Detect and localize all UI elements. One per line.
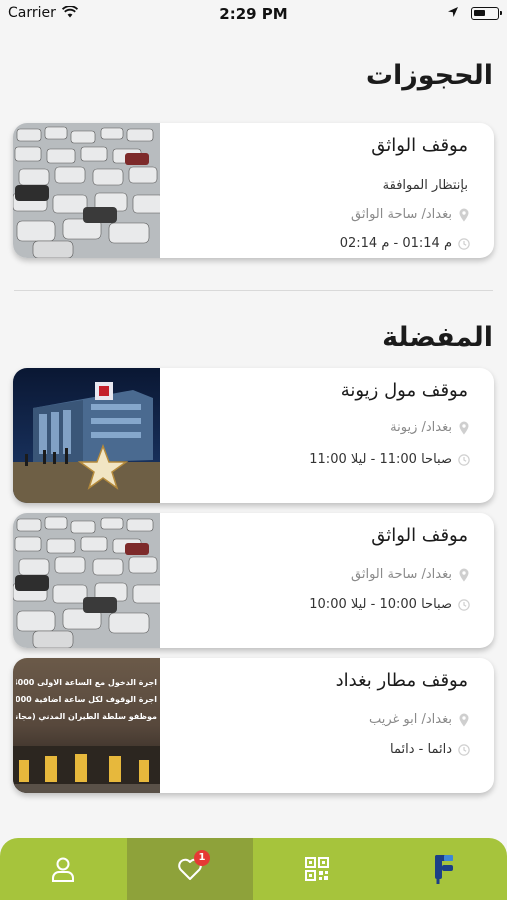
clock-icon bbox=[458, 743, 470, 756]
parking-location: بغداد/ ساحة الواثق bbox=[351, 567, 452, 582]
airport-sign-text: اجرة الدخول مع الساعة الاولى 4000 دينار … bbox=[16, 674, 157, 725]
parking-name: موقف مطار بغداد bbox=[335, 670, 468, 691]
booking-status: بإنتظار الموافقة bbox=[382, 178, 468, 193]
parking-time: صباحا 10:00 - ليلا 10:00 bbox=[309, 597, 452, 612]
favorites-badge: 1 bbox=[194, 850, 210, 866]
parking-time: م 01:14 - م 02:14 bbox=[339, 236, 452, 251]
favorites-title: المفضلة bbox=[382, 322, 493, 353]
favorite-card[interactable]: موقف الواثق بغداد/ ساحة الواثق صباحا 10:… bbox=[13, 513, 494, 648]
mall-image bbox=[13, 368, 160, 503]
parking-lot-image bbox=[13, 513, 160, 648]
booking-card[interactable]: موقف الواثق بإنتظار الموافقة بغداد/ ساحة… bbox=[13, 123, 494, 258]
parking-location: بغداد/ ساحة الواثق bbox=[351, 207, 452, 222]
location-pin-icon bbox=[459, 421, 469, 434]
section-divider bbox=[14, 290, 493, 291]
clock-icon bbox=[458, 237, 470, 250]
location-pin-icon bbox=[459, 208, 469, 221]
tab-profile[interactable] bbox=[0, 838, 126, 900]
profile-icon bbox=[52, 857, 74, 882]
clock: 2:29 PM bbox=[219, 5, 288, 23]
parking-name: موقف الواثق bbox=[371, 525, 468, 546]
location-arrow-icon bbox=[448, 7, 458, 17]
airport-sign-line: موظفو سلطة الطيران المدني (مجانا) bbox=[16, 712, 157, 721]
favorite-card[interactable]: موقف مول زيونة بغداد/ زيونة صباحا 11:00 … bbox=[13, 368, 494, 503]
tab-qr-scan[interactable] bbox=[254, 838, 380, 900]
parking-location: بغداد/ زيونة bbox=[390, 420, 452, 435]
parking-location: بغداد/ ابو غريب bbox=[368, 712, 452, 727]
qr-code-icon bbox=[305, 857, 329, 881]
battery-icon bbox=[471, 7, 502, 20]
parking-time: صباحا 11:00 - ليلا 11:00 bbox=[309, 452, 452, 467]
favorite-card[interactable]: اجرة الدخول مع الساعة الاولى 4000 دينار … bbox=[13, 658, 494, 793]
clock-icon bbox=[458, 598, 470, 611]
app-logo-icon bbox=[435, 855, 453, 884]
airport-sign-line: اجرة الوقوف لكل ساعة اضافية 1000 دينار bbox=[16, 695, 157, 704]
bookings-title: الحجوزات bbox=[365, 60, 493, 91]
airport-sign-line: اجرة الدخول مع الساعة الاولى 4000 دينار bbox=[16, 678, 157, 687]
parking-name: موقف الواثق bbox=[371, 135, 468, 156]
bottom-tab-bar: 1 bbox=[0, 838, 507, 900]
clock-icon bbox=[458, 453, 470, 466]
status-bar: Carrier 2:29 PM bbox=[0, 0, 507, 28]
location-pin-icon bbox=[459, 568, 469, 581]
airport-parking-image: اجرة الدخول مع الساعة الاولى 4000 دينار … bbox=[13, 658, 160, 793]
location-pin-icon bbox=[459, 713, 469, 726]
tab-home[interactable] bbox=[381, 838, 507, 900]
parking-name: موقف مول زيونة bbox=[340, 380, 468, 401]
parking-time: دائما - دائما bbox=[390, 742, 452, 757]
parking-lot-image bbox=[13, 123, 160, 258]
tab-favorites[interactable]: 1 bbox=[127, 838, 253, 900]
